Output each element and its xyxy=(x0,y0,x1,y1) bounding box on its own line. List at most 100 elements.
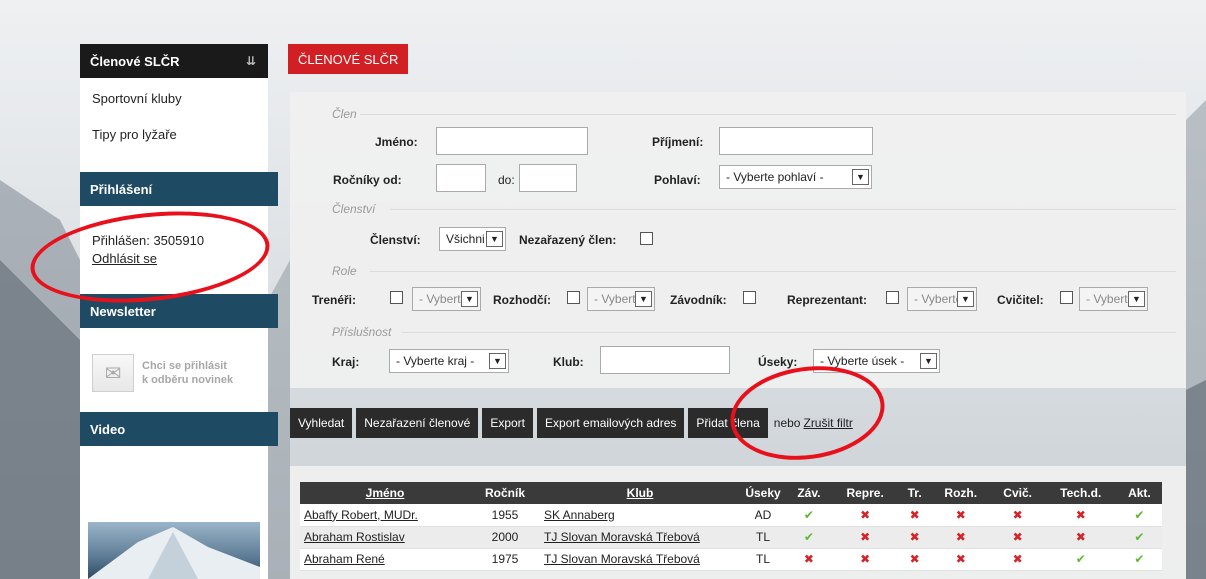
envelope-icon[interactable]: ✉ xyxy=(92,354,134,392)
dropdown-arrow-icon[interactable]: ▼ xyxy=(635,291,652,307)
cross-icon: ✖ xyxy=(803,552,814,566)
rozhodci-checkbox[interactable] xyxy=(567,291,580,304)
member-name-link[interactable]: Abraham Rostislav xyxy=(304,530,405,544)
legend-prislusnost: Příslušnost xyxy=(332,325,392,339)
newsletter-signup[interactable]: ✉ Chci se přihlásit k odběru novinek xyxy=(80,354,268,392)
unassigned-members-button[interactable]: Nezařazení členové xyxy=(356,408,479,438)
check-icon: ✔ xyxy=(1134,507,1145,522)
clenstvi-select[interactable]: Všichni ▼ xyxy=(439,227,506,251)
video-thumbnail[interactable] xyxy=(88,522,260,579)
prijmeni-input[interactable] xyxy=(719,127,873,155)
col-zav: Záv. xyxy=(797,486,821,500)
sidebar-link-tipy[interactable]: Tipy pro lyžaře xyxy=(80,126,268,144)
check-icon: ✔ xyxy=(1075,552,1086,566)
check-icon: ✔ xyxy=(803,530,814,544)
cell-flag: ✖ xyxy=(898,526,931,549)
kraj-select[interactable]: - Vyberte kraj - ▼ xyxy=(389,349,509,373)
cross-icon: ✖ xyxy=(1012,507,1023,522)
double-chevron-down-icon[interactable]: ⇊ xyxy=(246,54,256,68)
sidebar-header[interactable]: Členové SLČR ⇊ xyxy=(80,44,268,78)
pohlavi-select[interactable]: - Vyberte pohlaví - ▼ xyxy=(719,165,872,189)
action-bar: Vyhledat Nezařazení členové Export Expor… xyxy=(290,408,853,438)
col-useky: Úseky xyxy=(745,486,781,500)
cell-year: 1975 xyxy=(470,548,540,571)
cell-flag: ✖ xyxy=(930,526,991,549)
pohlavi-selected: - Vyberte pohlaví - xyxy=(726,170,824,184)
add-member-button[interactable]: Přidat člena xyxy=(688,408,768,438)
sidebar-link-sportovni-kluby[interactable]: Sportovní kluby xyxy=(80,90,268,108)
cell-flag: ✔ xyxy=(786,526,832,549)
kraj-selected: - Vyberte kraj - xyxy=(396,354,475,368)
cell-name: Abraham René xyxy=(300,548,470,571)
newsletter-text[interactable]: Chci se přihlásit k odběru novinek xyxy=(142,359,233,387)
rocniky-od-input[interactable] xyxy=(436,164,486,192)
cell-useky: TL xyxy=(740,548,786,571)
cross-icon: ✖ xyxy=(909,530,920,544)
zavodnik-checkbox[interactable] xyxy=(743,291,756,304)
sidebar-header-label: Členové SLČR xyxy=(90,53,180,69)
treneri-select[interactable]: - Vyberte - ▼ xyxy=(412,287,481,311)
dropdown-arrow-icon[interactable]: ▼ xyxy=(957,291,974,307)
table-body: Abaffy Robert, MUDr. 1955 SK Annaberg AD ✔ ✖ ✖… xyxy=(300,504,1162,571)
club-link[interactable]: TJ Slovan Moravská Třebová xyxy=(544,552,700,566)
newsletter-text-line1: Chci se přihlásit xyxy=(142,360,227,372)
cross-icon: ✖ xyxy=(1075,507,1086,522)
label-rocniky-od: Ročníky od: xyxy=(333,173,402,187)
club-link[interactable]: TJ Slovan Moravská Třebová xyxy=(544,530,700,544)
dropdown-arrow-icon[interactable]: ▼ xyxy=(489,353,506,369)
results-area: Jméno Ročník Klub Úseky Záv. Repre. Tr. … xyxy=(290,466,1186,579)
label-zavodnik: Závodník: xyxy=(670,293,727,307)
col-jmeno[interactable]: Jméno xyxy=(300,482,470,504)
clear-filter-link[interactable]: Zrušit filtr xyxy=(803,416,852,430)
cell-flag: ✖ xyxy=(898,548,931,571)
table-row: Abraham René 1975 TJ Slovan Moravská Třebo… xyxy=(300,548,1162,571)
treneri-checkbox[interactable] xyxy=(390,291,403,304)
jmeno-input[interactable] xyxy=(436,127,588,155)
cross-icon: ✖ xyxy=(909,507,920,522)
cvicitel-checkbox[interactable] xyxy=(1060,291,1073,304)
cell-flag: ✖ xyxy=(990,548,1045,571)
cell-flag: ✖ xyxy=(898,504,931,527)
cell-flag: ✔ xyxy=(1116,548,1162,571)
cross-icon: ✖ xyxy=(955,507,966,522)
cell-name: Abraham Rostislav xyxy=(300,526,470,549)
rocniky-do-wrap: do: xyxy=(490,164,577,192)
cell-flag: ✖ xyxy=(831,548,899,571)
table-row: Abraham Rostislav 2000 TJ Slovan Moravská … xyxy=(300,526,1162,549)
reprezentant-select[interactable]: - Vyberte - ▼ xyxy=(907,287,977,311)
nezarazeny-checkbox[interactable] xyxy=(640,232,653,245)
or-clear-filter: nebo Zrušit filtr xyxy=(774,416,853,430)
logout-link[interactable]: Odhlásit se xyxy=(92,251,157,266)
export-button[interactable]: Export xyxy=(482,408,534,438)
dropdown-arrow-icon[interactable]: ▼ xyxy=(852,169,869,185)
club-link[interactable]: SK Annaberg xyxy=(544,508,615,522)
col-repre: Repre. xyxy=(846,486,884,500)
cell-flag: ✖ xyxy=(990,504,1045,527)
logged-in-id: 3505910 xyxy=(153,233,205,248)
dropdown-arrow-icon[interactable]: ▼ xyxy=(486,231,503,247)
cell-name: Abaffy Robert, MUDr. xyxy=(300,504,470,527)
col-techd: Tech.d. xyxy=(1060,486,1102,500)
label-do: do: xyxy=(498,173,515,187)
col-tr: Tr. xyxy=(907,486,922,500)
export-emails-button[interactable]: Export emailových adres xyxy=(537,408,685,438)
col-klub[interactable]: Klub xyxy=(540,482,740,504)
cross-icon: ✖ xyxy=(1012,552,1023,566)
dropdown-arrow-icon[interactable]: ▼ xyxy=(461,291,478,307)
cell-useky: TL xyxy=(740,526,786,549)
cell-flag: ✖ xyxy=(1044,526,1117,549)
rozhodci-select[interactable]: - Vyberte - ▼ xyxy=(587,287,655,311)
member-name-link[interactable]: Abaffy Robert, MUDr. xyxy=(304,508,418,522)
cell-club: TJ Slovan Moravská Třebová xyxy=(540,526,740,549)
reprezentant-checkbox[interactable] xyxy=(886,291,899,304)
rocniky-do-input[interactable] xyxy=(519,164,577,192)
member-name-link[interactable]: Abraham René xyxy=(304,552,385,566)
cell-flag: ✖ xyxy=(930,504,991,527)
dropdown-arrow-icon[interactable]: ▼ xyxy=(920,353,937,369)
cvicitel-select[interactable]: - Vyberte - ▼ xyxy=(1079,287,1148,311)
search-button[interactable]: Vyhledat xyxy=(290,408,353,438)
dropdown-arrow-icon[interactable]: ▼ xyxy=(1128,291,1145,307)
useky-select[interactable]: - Vyberte úsek - ▼ xyxy=(813,349,940,373)
table-header-row: Jméno Ročník Klub Úseky Záv. Repre. Tr. … xyxy=(300,482,1162,504)
klub-input[interactable] xyxy=(600,346,730,374)
